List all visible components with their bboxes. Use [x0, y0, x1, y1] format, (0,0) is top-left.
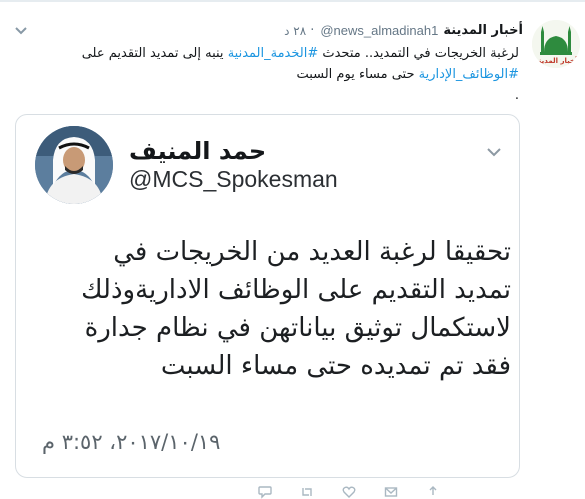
tweet-text-line-1: لرغبة الخريجات في التمديد.. متحدث #الخدم… [39, 43, 519, 64]
divider [0, 0, 585, 2]
quoted-body-line: تحقيقا لرغبة العديد من الخريجات في [113, 237, 511, 267]
hashtag-link[interactable]: #الوظائف_الإدارية [419, 67, 519, 82]
attached-image[interactable]: حمد المنيف @MCS_Spokesman تحقيقا لرغبة ا… [15, 114, 520, 478]
quoted-body-line: لاستكمال توثيق بياناتهن في نظام جدارة [84, 313, 511, 343]
quoted-body-line: تمديد التقديم على الوظائف الاداريةوذلك [81, 275, 511, 305]
quoted-body-line: فقد تم تمديده حتى مساء السبت [160, 351, 511, 381]
share-icon[interactable] [426, 485, 440, 499]
tweet-text-line-3: . [39, 85, 519, 106]
text-run: لرغبة الخريجات في التمديد.. متحدث [318, 46, 519, 61]
text-run: . [514, 88, 519, 103]
action-bar [0, 485, 585, 499]
quoted-name: حمد المنيف [129, 137, 267, 165]
avatar-label: أخبار المدينة [534, 57, 578, 65]
text-run: حتى مساء يوم السبت [296, 67, 419, 82]
quoted-body: تحقيقا لرغبة العديد من الخريجات في تمديد… [56, 233, 511, 385]
retweet-icon[interactable] [300, 485, 314, 499]
text-run: ينبه إلى تمديد التقديم على [81, 46, 228, 61]
quoted-handle: @MCS_Spokesman [129, 166, 338, 192]
hashtag-link[interactable]: #الخدمة_المدنية [228, 46, 319, 61]
quoted-avatar [35, 126, 113, 204]
heart-icon[interactable] [342, 485, 356, 499]
tweet[interactable]: أخبار المدينة أخبار المدينة @news_almadi… [0, 0, 585, 499]
display-name[interactable]: أخبار المدينة [443, 23, 523, 38]
timestamp[interactable]: ٢٨ د [284, 24, 306, 38]
envelope-icon[interactable] [384, 485, 398, 499]
quoted-date: ٢٠١٧/١٠/١٩، ٣:٥٢ م [42, 430, 221, 454]
person-photo-icon [35, 126, 113, 204]
separator: · [310, 23, 315, 38]
handle[interactable]: @news_almadinah1 [320, 23, 438, 38]
reply-icon[interactable] [258, 485, 272, 499]
avatar[interactable]: أخبار المدينة [532, 20, 580, 68]
tweet-text-line-2: #الوظائف_الإدارية حتى مساء يوم السبت [39, 64, 519, 85]
tweet-text: لرغبة الخريجات في التمديد.. متحدث #الخدم… [39, 43, 519, 106]
tweet-header: أخبار المدينة @news_almadinah1 · ٢٨ د [284, 23, 523, 38]
quoted-tweet-screenshot: حمد المنيف @MCS_Spokesman تحقيقا لرغبة ا… [16, 115, 519, 477]
chevron-down-icon [487, 148, 501, 157]
chevron-down-icon[interactable] [14, 26, 28, 36]
